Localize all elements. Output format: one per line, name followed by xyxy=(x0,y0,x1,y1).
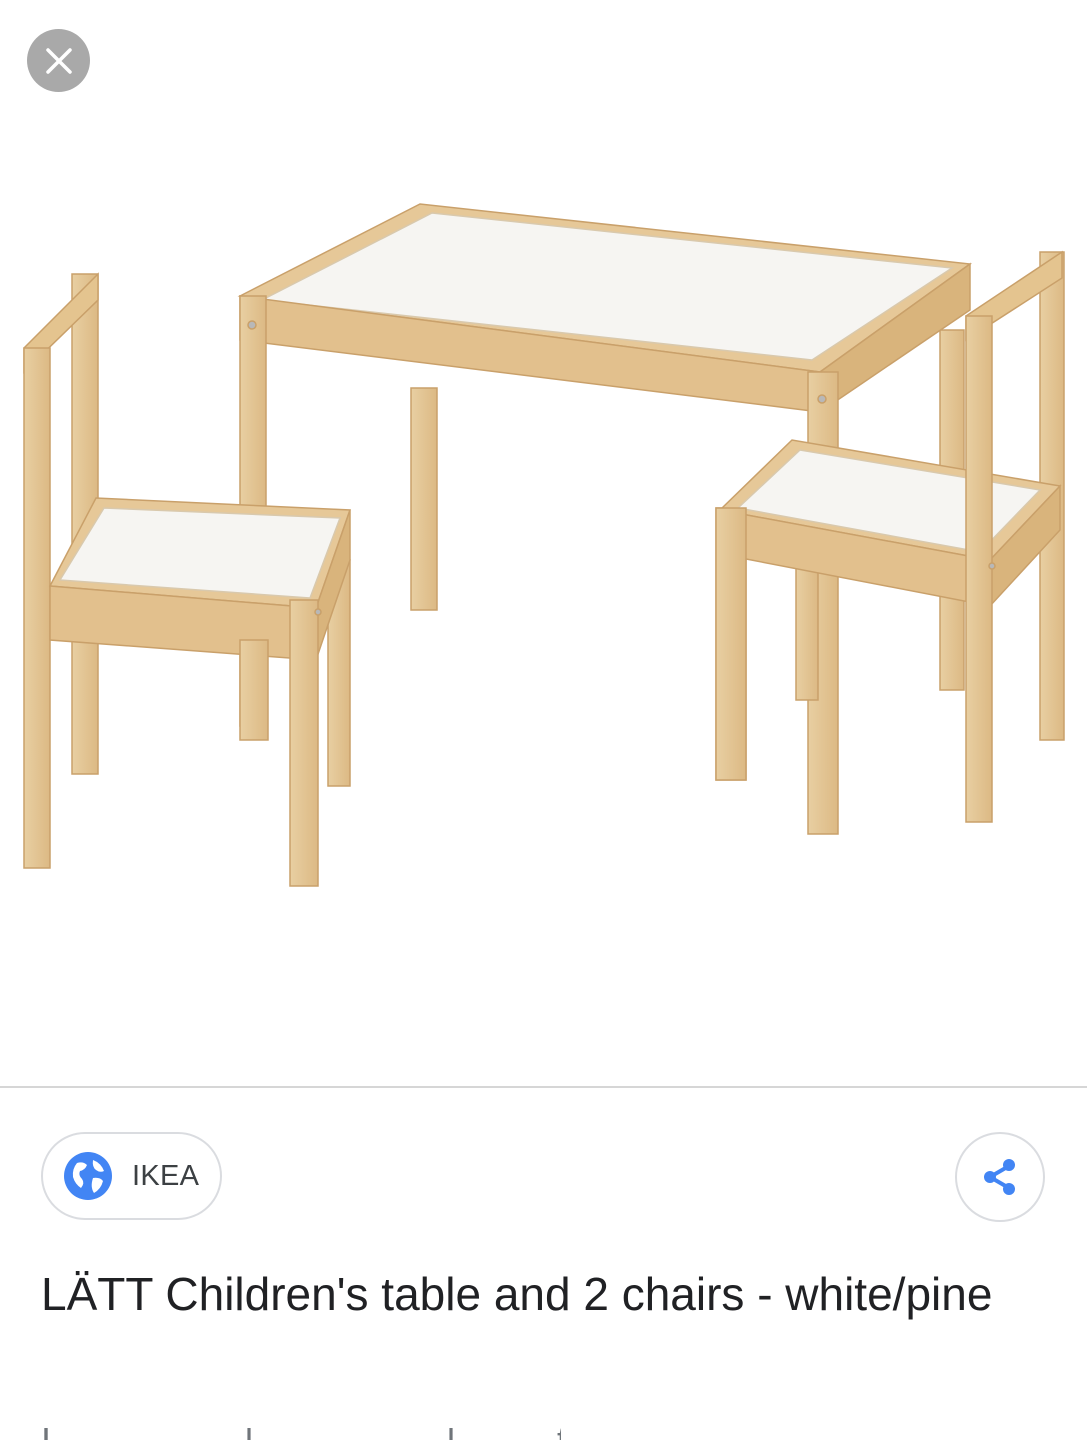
globe-icon xyxy=(63,1151,113,1201)
result-title[interactable]: LÄTT Children's table and 2 chairs - whi… xyxy=(41,1258,1041,1331)
source-chip[interactable]: IKEA xyxy=(41,1132,222,1220)
close-button[interactable] xyxy=(27,29,90,92)
close-icon xyxy=(45,47,72,74)
share-button[interactable] xyxy=(955,1132,1045,1222)
image-viewer xyxy=(0,0,1087,1086)
divider xyxy=(0,1086,1087,1088)
source-name: IKEA xyxy=(132,1159,200,1192)
share-icon xyxy=(984,1159,1015,1195)
result-snippet: I … … … … l … … … … l … … t … … … … l … … xyxy=(41,1428,561,1440)
product-image[interactable] xyxy=(0,180,1087,900)
